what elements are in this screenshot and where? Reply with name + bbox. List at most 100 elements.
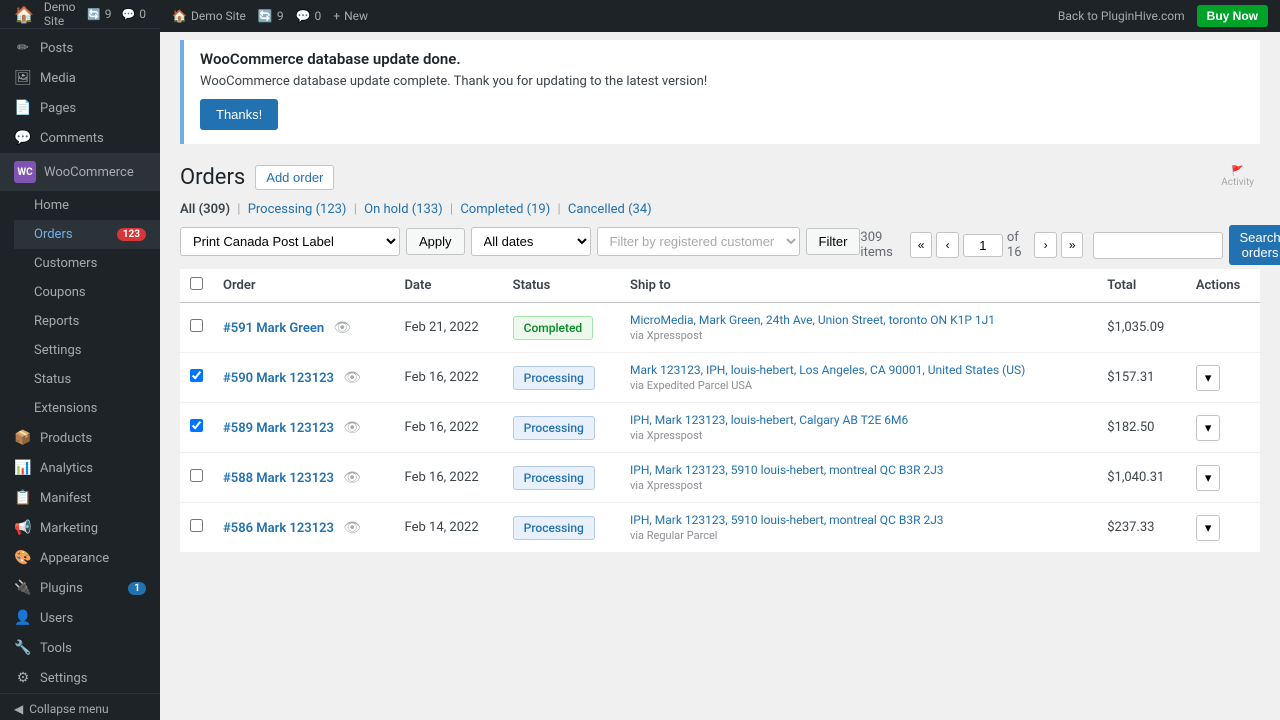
row-checkbox-cell (180, 453, 213, 503)
sidebar-item-comments[interactable]: 💬 Comments (0, 123, 160, 153)
order-link-591[interactable]: #591 Mark Green (223, 321, 324, 336)
tab-cancelled[interactable]: Cancelled (34) (568, 202, 652, 217)
notice-text: WooCommerce database update complete. Th… (200, 74, 1244, 89)
row-checkbox-591[interactable] (190, 319, 203, 332)
users-icon: 👤 (14, 610, 32, 626)
wp-logo[interactable]: 🏠 (14, 5, 34, 24)
total-cell: $1,035.09 (1097, 303, 1186, 353)
buy-now-button[interactable]: Buy Now (1197, 5, 1268, 27)
action-button-586[interactable]: ▾ (1196, 515, 1221, 541)
thanks-button[interactable]: Thanks! (200, 99, 278, 130)
ship-to-cell: IPH, Mark 123123, louis-hebert, Calgary … (620, 403, 1097, 453)
select-all-checkbox[interactable] (190, 277, 203, 290)
sidebar-item-settings-main[interactable]: ⚙ Settings (0, 663, 160, 693)
sidebar-item-orders[interactable]: Orders 123 (14, 220, 160, 249)
bulk-action-select[interactable]: Print Canada Post Label (180, 227, 400, 256)
order-link-589[interactable]: #589 Mark 123123 (223, 421, 334, 436)
sidebar-item-posts[interactable]: ✏ Posts (0, 33, 160, 63)
ship-to-cell: MicroMedia, Mark Green, 24th Ave, Union … (620, 303, 1097, 353)
status-badge: Completed (513, 316, 594, 340)
activity-button[interactable]: 🚩 Activity (1215, 160, 1260, 194)
total-items-count: 309 items (860, 230, 905, 260)
order-link-586[interactable]: #586 Mark 123123 (223, 521, 334, 536)
sidebar-item-settings[interactable]: Settings (14, 336, 160, 365)
ship-to-address: MicroMedia, Mark Green, 24th Ave, Union … (630, 313, 1087, 327)
order-total: $157.31 (1107, 370, 1154, 385)
first-page-button[interactable]: « (910, 232, 933, 258)
table-row: #588 Mark 123123 👁 Feb 16, 2022 Processi… (180, 453, 1260, 503)
ship-to-address: IPH, Mark 123123, louis-hebert, Calgary … (630, 413, 1087, 427)
pagination: 309 items « ‹ of 16 › » (860, 230, 1083, 260)
admin-bar-new[interactable]: + New (333, 9, 368, 23)
select-all-header (180, 269, 213, 303)
order-link-588[interactable]: #588 Mark 123123 (223, 471, 334, 486)
sidebar-item-products[interactable]: 📦 Products (0, 423, 160, 453)
comments-count[interactable]: 💬 0 (122, 7, 146, 21)
admin-bar-comments[interactable]: 💬 0 (296, 9, 322, 23)
tab-onhold[interactable]: On hold (133) (364, 202, 443, 217)
sidebar-item-customers[interactable]: Customers (14, 249, 160, 278)
last-page-button[interactable]: » (1061, 232, 1084, 258)
page-of-label: of 16 (1007, 230, 1031, 260)
site-name[interactable]: Demo Site (44, 0, 77, 28)
total-cell: $157.31 (1097, 353, 1186, 403)
action-button-590[interactable]: ▾ (1196, 365, 1221, 391)
filter-button[interactable]: Filter (806, 228, 861, 255)
page-number-input[interactable] (963, 234, 1003, 257)
apply-button[interactable]: Apply (406, 228, 465, 255)
sidebar-woocommerce[interactable]: WC WooCommerce (0, 153, 160, 191)
row-checkbox-590[interactable] (190, 369, 203, 382)
sidebar-item-extensions[interactable]: Extensions (14, 394, 160, 423)
row-checkbox-589[interactable] (190, 419, 203, 432)
sidebar-item-pages[interactable]: 📄 Pages (0, 93, 160, 123)
orders-badge: 123 (117, 228, 146, 241)
sidebar-item-analytics[interactable]: 📊 Analytics (0, 453, 160, 483)
orders-section: Orders Add order 🚩 Activity All (309) | … (160, 152, 1280, 573)
dates-filter[interactable]: All dates (471, 227, 591, 256)
order-date: Feb 14, 2022 (405, 520, 479, 535)
next-page-button[interactable]: › (1034, 232, 1057, 258)
orders-tbody: #591 Mark Green 👁 Feb 21, 2022 Completed… (180, 303, 1260, 553)
customer-filter[interactable]: Filter by registered customer (597, 227, 800, 256)
comments-icon: 💬 (296, 9, 311, 23)
order-header: Order (213, 269, 395, 303)
collapse-menu[interactable]: ◀ Collapse menu (0, 693, 160, 720)
tab-all[interactable]: All (309) (180, 202, 230, 217)
order-total: $237.33 (1107, 520, 1154, 535)
add-order-button[interactable]: Add order (255, 165, 334, 190)
prev-page-button[interactable]: ‹ (936, 232, 959, 258)
order-date: Feb 16, 2022 (405, 420, 479, 435)
sidebar-item-home[interactable]: Home (14, 191, 160, 220)
sidebar-item-plugins[interactable]: 🔌 Plugins 1 (0, 573, 160, 603)
row-checkbox-588[interactable] (190, 469, 203, 482)
order-link-590[interactable]: #590 Mark 123123 (223, 371, 334, 386)
sidebar-item-marketing[interactable]: 📢 Marketing (0, 513, 160, 543)
eye-icon: 👁 (333, 320, 351, 336)
collapse-arrow-icon: ◀ (14, 702, 23, 716)
search-orders-button[interactable]: Search orders (1229, 225, 1280, 265)
page-content: WooCommerce database update done. WooCom… (160, 32, 1280, 720)
updates-count[interactable]: 🔄 9 (87, 7, 111, 21)
sidebar-item-tools[interactable]: 🔧 Tools (0, 633, 160, 663)
search-orders-input[interactable] (1093, 232, 1223, 259)
eye-icon: 👁 (343, 470, 361, 486)
sidebar-item-manifest[interactable]: 📋 Manifest (0, 483, 160, 513)
total-cell: $182.50 (1097, 403, 1186, 453)
row-checkbox-cell (180, 403, 213, 453)
sidebar-item-users[interactable]: 👤 Users (0, 603, 160, 633)
sidebar-item-media[interactable]: 🖼 Media (0, 63, 160, 93)
action-button-588[interactable]: ▾ (1196, 465, 1221, 491)
tab-processing[interactable]: Processing (123) (248, 202, 347, 217)
tab-completed[interactable]: Completed (19) (460, 202, 550, 217)
sidebar-item-appearance[interactable]: 🎨 Appearance (0, 543, 160, 573)
row-checkbox-586[interactable] (190, 519, 203, 532)
woo-submenu: Home Orders 123 Customers Coupons Report… (0, 191, 160, 423)
sidebar-item-status[interactable]: Status (14, 365, 160, 394)
back-to-pluginhive[interactable]: Back to PluginHive.com (1058, 9, 1185, 23)
total-cell: $1,040.31 (1097, 453, 1186, 503)
admin-bar-site[interactable]: 🏠 Demo Site (172, 9, 246, 23)
sidebar-item-coupons[interactable]: Coupons (14, 278, 160, 307)
admin-bar-updates[interactable]: 🔄 9 (258, 9, 284, 23)
action-button-589[interactable]: ▾ (1196, 415, 1221, 441)
sidebar-item-reports[interactable]: Reports (14, 307, 160, 336)
